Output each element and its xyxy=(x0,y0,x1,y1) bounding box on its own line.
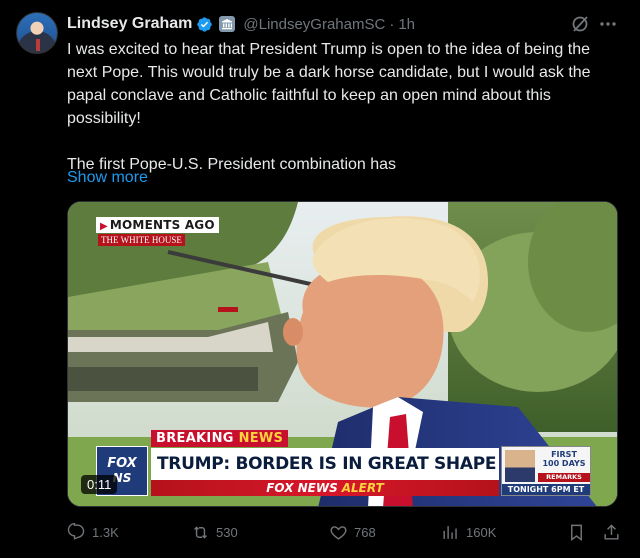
share-icon xyxy=(604,523,619,540)
bookmark-icon xyxy=(571,524,582,541)
show-more-link[interactable]: Show more xyxy=(67,166,148,189)
reply-count: 1.3K xyxy=(92,524,119,540)
moments-ago-text: MOMENTS AGO xyxy=(109,218,215,232)
breaking-word: BREAKING xyxy=(156,431,234,446)
promo-thumbnail xyxy=(505,450,535,482)
promo-remarks: REMARKS xyxy=(538,473,590,482)
share-button[interactable] xyxy=(602,521,621,543)
video-duration: 0:11 xyxy=(81,475,118,494)
headline-bar: TRUMP: BORDER IS IN GREAT SHAPE xyxy=(151,448,499,480)
author-name[interactable]: Lindsey Graham xyxy=(67,15,192,33)
moments-ago-label: ▶ MOMENTS AGO xyxy=(96,217,219,233)
alert-brand: FOX NEWS xyxy=(266,481,338,495)
video-player[interactable]: ▶ MOMENTS AGO THE WHITE HOUSE BREAKING NE… xyxy=(67,201,618,507)
alert-word: ALERT xyxy=(341,481,384,495)
verified-badge-icon xyxy=(197,16,213,32)
promo-line-2: 100 DAYS xyxy=(542,459,586,468)
separator-dot: · xyxy=(389,15,395,33)
reply-icon xyxy=(67,522,85,540)
news-word: NEWS xyxy=(238,431,284,446)
author-handle[interactable]: @LindseyGrahamSC xyxy=(243,16,385,33)
headline-text: TRUMP: BORDER IS IN GREAT SHAPE xyxy=(157,454,497,474)
government-badge-icon xyxy=(219,16,236,32)
tweet-paragraph-1: I was excited to hear that President Tru… xyxy=(67,41,591,127)
reply-button[interactable]: 1.3K xyxy=(67,521,119,543)
location-label: THE WHITE HOUSE xyxy=(98,234,185,246)
first-100-days-promo: FIRST 100 DAYS REMARKS TONIGHT 6PM ET xyxy=(501,446,591,496)
like-button[interactable]: 768 xyxy=(329,521,376,543)
tweet-text: I was excited to hear that President Tru… xyxy=(67,38,623,176)
like-icon xyxy=(330,525,347,540)
avatar[interactable] xyxy=(16,12,58,54)
like-count: 768 xyxy=(354,524,376,540)
bookmark-button[interactable] xyxy=(567,521,586,543)
tweet-paragraph-2: The first Pope-U.S. President combinatio… xyxy=(67,156,397,173)
breaking-news-banner: BREAKING NEWS xyxy=(151,430,289,447)
tweet[interactable]: Lindsey Graham @LindseyGrahamSC · 1h I w… xyxy=(0,0,640,558)
repost-button[interactable]: 530 xyxy=(191,521,238,543)
more-icon[interactable] xyxy=(598,14,618,34)
news-alert-bar: FOX NEWS ALERT xyxy=(151,480,499,496)
tweet-header: Lindsey Graham @LindseyGrahamSC · 1h xyxy=(67,14,415,34)
repost-icon xyxy=(194,525,207,539)
promo-time: TONIGHT 6PM ET xyxy=(502,484,590,495)
views-count: 160K xyxy=(466,524,497,540)
repost-count: 530 xyxy=(216,524,238,540)
promo-title: FIRST 100 DAYS xyxy=(538,450,590,468)
logo-line-1: FOX xyxy=(107,456,137,471)
timestamp[interactable]: 1h xyxy=(398,16,415,33)
grok-icon[interactable] xyxy=(570,14,590,34)
views-button[interactable]: 160K xyxy=(441,521,496,543)
promo-line-1: FIRST xyxy=(551,450,577,459)
tweet-actions: 1.3K 530 768 160K xyxy=(67,521,623,543)
views-icon xyxy=(443,525,457,539)
